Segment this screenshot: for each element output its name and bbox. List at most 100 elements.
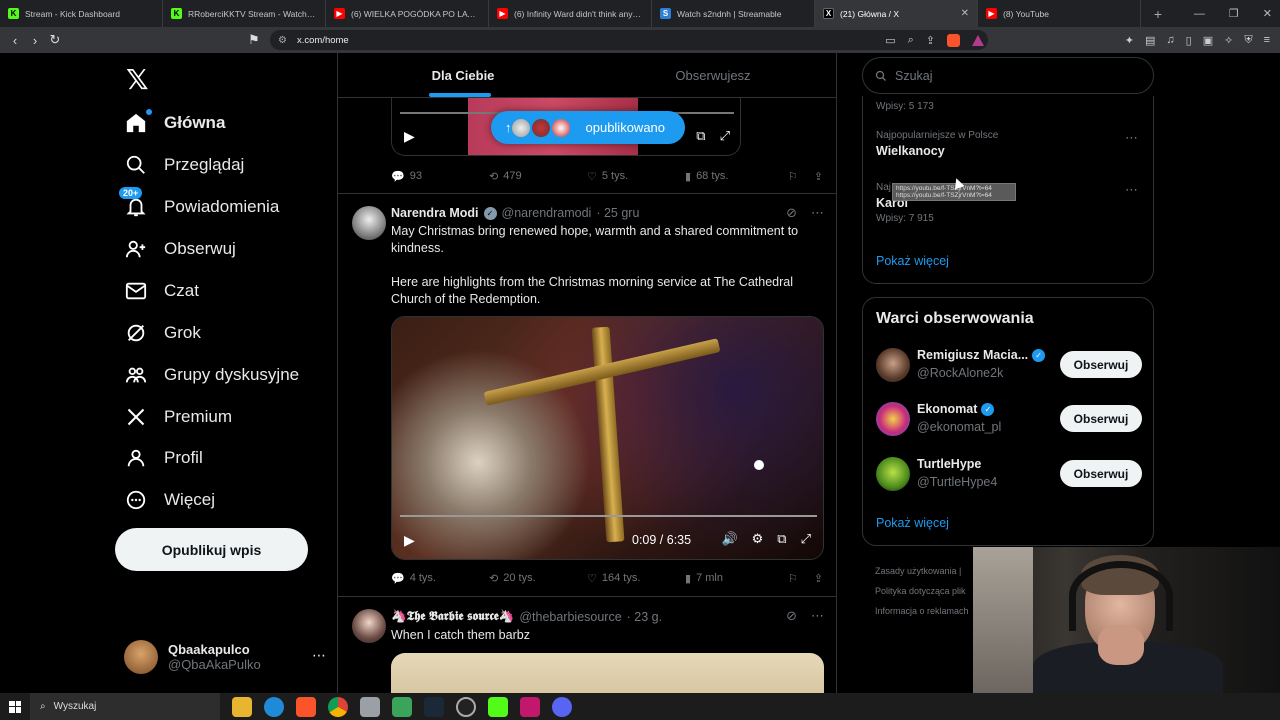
avatar[interactable]	[352, 206, 386, 240]
restore-icon[interactable]: ❐	[1229, 7, 1239, 20]
bookmark-icon[interactable]: ⚐	[788, 170, 798, 183]
views-button[interactable]: ▮ 7 mln	[685, 572, 783, 585]
x-logo-icon[interactable]: 𝕏	[126, 63, 149, 96]
tweet-media[interactable]	[391, 653, 824, 693]
steam-icon[interactable]	[424, 696, 444, 717]
trend-item[interactable]: Najpopularniejsze w Polsce Wielkanocy ⋯	[876, 130, 1138, 158]
nav-item-messages[interactable]: Czat	[124, 270, 199, 312]
reply-button[interactable]: 💬 4 tys.	[391, 572, 489, 585]
play-icon[interactable]: ▶	[404, 532, 415, 549]
menu-icon[interactable]: ≡	[1264, 34, 1270, 46]
brave-icon[interactable]	[296, 696, 316, 717]
nav-item-grok[interactable]: Grok	[124, 312, 201, 354]
obs-icon[interactable]	[456, 696, 476, 717]
author-handle[interactable]: @thebarbiesource	[519, 610, 621, 624]
trend-item[interactable]: Wpisy: 5 173	[876, 98, 1138, 112]
brave-rewards-icon[interactable]	[972, 34, 984, 46]
share-icon[interactable]: ⇪	[814, 170, 823, 183]
forward-icon[interactable]: ›	[25, 33, 45, 48]
volume-icon[interactable]: 🔊	[721, 531, 737, 547]
browser-tab-active[interactable]: X (21) Główna / X ✕	[815, 0, 978, 27]
site-info-icon[interactable]: ⚙	[278, 35, 287, 46]
author-handle[interactable]: @narendramodi	[502, 206, 592, 220]
tweet-time[interactable]: · 25 gru	[596, 206, 639, 220]
discord-icon[interactable]	[552, 696, 572, 717]
nav-item-more[interactable]: Więcej	[124, 479, 215, 521]
media-icon[interactable]: ♫	[1166, 34, 1174, 46]
fullscreen-icon[interactable]: ⤢	[720, 128, 730, 144]
repost-button[interactable]: ⟲ 20 tys.	[489, 572, 587, 585]
share-icon[interactable]: ⇪	[926, 34, 935, 47]
more-icon[interactable]: ⋯	[811, 205, 824, 221]
nav-item-premium[interactable]: Premium	[124, 396, 232, 438]
new-tab-button[interactable]: +	[1147, 6, 1169, 22]
browser-tab[interactable]: ▶ (6) WIELKA POGÓDKA PO LATACH (l	[326, 0, 489, 27]
more-icon[interactable]: ⋯	[811, 608, 824, 624]
grok-icon[interactable]: ⊘	[786, 205, 797, 221]
grok-icon[interactable]: ⊘	[786, 608, 797, 624]
play-icon[interactable]: ▶	[404, 128, 415, 145]
browser-tab[interactable]: K Stream - Kick Dashboard	[0, 0, 163, 27]
nav-item-explore[interactable]: Przeglądaj	[124, 144, 244, 186]
follow-suggestion[interactable]: TurtleHype @TurtleHype4 Obserwuj	[876, 454, 1142, 494]
tab-for-you[interactable]: Dla Ciebie	[338, 53, 588, 97]
browser-tab[interactable]: K RRoberciKKTV Stream - Watch Live o	[163, 0, 326, 27]
like-button[interactable]: ♡ 164 tys.	[587, 572, 685, 585]
wallet-icon[interactable]: ▣	[1203, 34, 1213, 47]
back-icon[interactable]: ‹	[5, 33, 25, 48]
browser-tab[interactable]: S Watch s2ndnh | Streamable	[652, 0, 815, 27]
extensions-icon[interactable]: ✦	[1125, 34, 1134, 47]
nav-item-profile[interactable]: Profil	[124, 437, 203, 479]
kick-icon[interactable]	[488, 696, 508, 717]
show-more-link[interactable]: Pokaż więcej	[876, 516, 949, 530]
show-more-link[interactable]: Pokaż więcej	[876, 254, 949, 268]
repost-button[interactable]: ⟲ 479	[489, 170, 587, 183]
settings-icon[interactable]: ⚙	[752, 531, 764, 547]
app-icon[interactable]	[520, 696, 540, 717]
tab-following[interactable]: Obserwujesz	[588, 53, 836, 97]
browser-tab[interactable]: ▶ (6) Infinity Ward didn't think anyone	[489, 0, 652, 27]
app-icon[interactable]	[360, 696, 380, 717]
nav-item-follow[interactable]: Obserwuj	[124, 228, 236, 270]
more-icon[interactable]: ⋯	[1125, 130, 1138, 146]
video-player[interactable]: ▶ 0:09 / 6:35 🔊 ⚙ ⧉ ⤢	[391, 316, 824, 560]
like-button[interactable]: ♡ 5 tys.	[587, 170, 685, 183]
avatar[interactable]	[352, 609, 386, 643]
follow-button[interactable]: Obserwuj	[1060, 351, 1142, 378]
browser-tab[interactable]: ▶ (8) YouTube	[978, 0, 1141, 27]
reply-button[interactable]: 💬 93	[391, 170, 489, 183]
start-button[interactable]	[0, 700, 30, 713]
nav-item-communities[interactable]: Grupy dyskusyjne	[124, 354, 299, 396]
share-icon[interactable]: ⇪	[814, 572, 823, 585]
leo-icon[interactable]: ✧	[1224, 34, 1233, 47]
follow-suggestion[interactable]: Remigiusz Macia... ✓ @RockAlone2k Obserwu…	[876, 345, 1142, 385]
close-window-icon[interactable]: ✕	[1263, 7, 1272, 20]
views-button[interactable]: ▮ 68 tys.	[685, 170, 783, 183]
nav-item-home[interactable]: Główna	[124, 102, 225, 144]
tab-search-icon[interactable]: ▤	[1145, 34, 1155, 47]
new-posts-pill[interactable]: ↑ opublikowano	[491, 111, 685, 144]
footer-link[interactable]: Zasady użytkowania |	[875, 561, 969, 581]
follow-suggestion[interactable]: Ekonomat ✓ @ekonomat_pl Obserwuj	[876, 399, 1142, 439]
store-icon[interactable]	[392, 696, 412, 717]
more-icon[interactable]: ⋯	[1125, 182, 1138, 198]
account-switcher[interactable]: Qbaakapulco @QbaAkaPulko ⋯	[124, 635, 334, 679]
chrome-icon[interactable]	[328, 696, 348, 717]
reload-icon[interactable]: ↻	[45, 32, 65, 48]
bookmark-icon[interactable]: ⚐	[788, 572, 798, 585]
taskbar-search[interactable]: ⌕ Wyszukaj	[30, 693, 220, 720]
nav-item-notifications[interactable]: 20+ Powiadomienia	[119, 186, 279, 228]
bookmark-icon[interactable]: ⚑	[244, 32, 264, 48]
video-progress[interactable]	[400, 515, 817, 517]
sidebar-icon[interactable]: ▯	[1186, 34, 1192, 47]
file-explorer-icon[interactable]	[232, 696, 252, 717]
footer-link[interactable]: Informacja o reklamach	[875, 601, 969, 621]
pip-icon[interactable]: ⧉	[777, 531, 786, 547]
fullscreen-icon[interactable]: ⤢	[801, 531, 811, 547]
post-button[interactable]: Opublikuj wpis	[115, 528, 308, 571]
author-name[interactable]: Narendra Modi	[391, 206, 479, 220]
cast-icon[interactable]: ▭	[885, 34, 895, 47]
vpn-icon[interactable]: ⛨	[1244, 34, 1252, 47]
more-icon[interactable]: ⋯	[312, 647, 326, 664]
brave-shields-icon[interactable]	[947, 33, 960, 47]
